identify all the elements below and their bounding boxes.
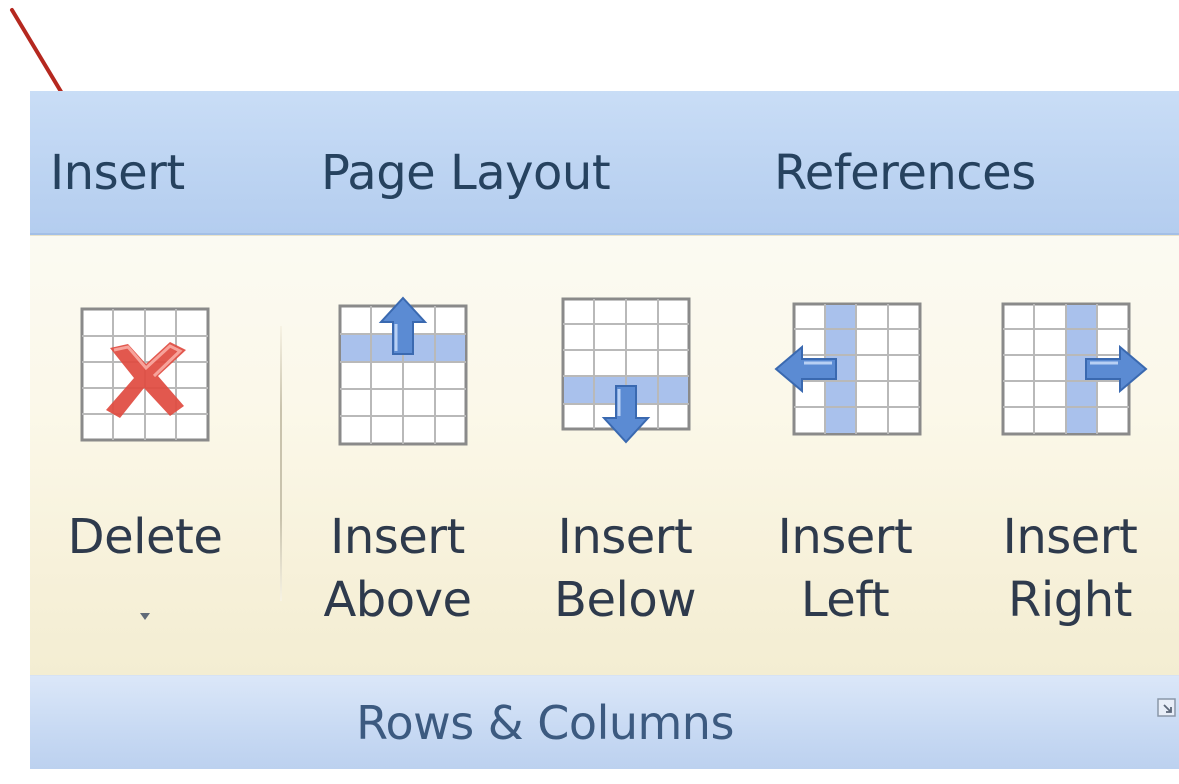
insert-right-button[interactable]: Insert Right: [985, 236, 1155, 676]
insert-rows-below-icon: [561, 297, 691, 444]
tab-insert[interactable]: Insert: [50, 145, 185, 201]
insert-right-label-line1: Insert: [1002, 509, 1138, 565]
insert-below-button[interactable]: Insert Below: [545, 236, 705, 676]
insert-below-label-line2: Below: [554, 572, 696, 628]
group-separator: [280, 326, 282, 601]
insert-columns-left-icon: [774, 302, 922, 436]
ribbon-panel: Delete Insert Above Insert Below Insert …: [30, 235, 1179, 676]
insert-left-button[interactable]: Insert Left: [760, 236, 930, 676]
ribbon-tab-bar: Insert Page Layout References: [30, 91, 1179, 235]
delete-label: Delete: [67, 509, 223, 565]
insert-below-label-line1: Insert: [557, 509, 693, 565]
group-label-rows-columns: Rows & Columns: [356, 696, 734, 750]
tab-references[interactable]: References: [774, 145, 1036, 201]
insert-left-label-line1: Insert: [777, 509, 913, 565]
insert-columns-right-icon: [1001, 302, 1148, 436]
group-label-bar: Rows & Columns: [30, 675, 1179, 769]
tab-page-layout[interactable]: Page Layout: [321, 145, 611, 201]
delete-button[interactable]: Delete: [50, 236, 240, 676]
insert-right-label-line2: Right: [1008, 572, 1132, 628]
insert-above-label-line1: Insert: [330, 509, 465, 565]
dialog-launcher-icon[interactable]: [1157, 698, 1177, 718]
insert-above-button[interactable]: Insert Above: [315, 236, 480, 676]
insert-rows-above-icon: [338, 296, 468, 446]
screenshot-frame: Insert Page Layout References Delete Ins…: [0, 0, 1179, 784]
delete-table-icon: [80, 307, 210, 442]
insert-above-label-line2: Above: [323, 572, 472, 628]
insert-left-label-line2: Left: [800, 572, 890, 628]
chevron-down-icon[interactable]: [140, 613, 150, 620]
